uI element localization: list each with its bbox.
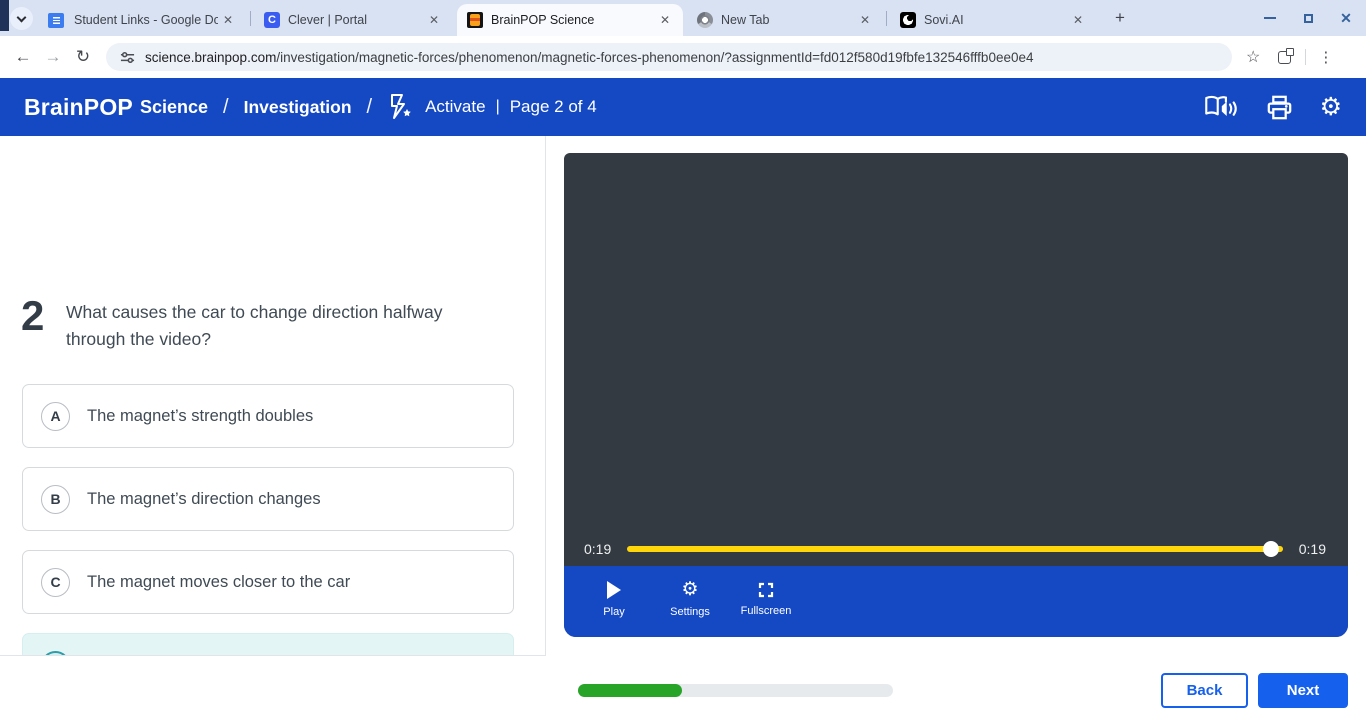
toolbar-divider bbox=[1305, 49, 1306, 65]
site-info-icon[interactable] bbox=[120, 50, 135, 65]
back-nav-button[interactable]: ← bbox=[8, 42, 38, 72]
tab-brainpop-science[interactable]: BrainPOP Science ✕ bbox=[457, 4, 683, 36]
header-actions: ⚙ bbox=[1203, 93, 1342, 121]
tab-title: New Tab bbox=[721, 13, 855, 27]
chevron-down-icon bbox=[17, 12, 27, 22]
activate-bolt-icon bbox=[387, 93, 413, 121]
gear-icon: ⚙ bbox=[681, 580, 698, 599]
close-icon: ✕ bbox=[1340, 10, 1352, 27]
breadcrumb-separator: / bbox=[223, 96, 229, 119]
browser-menu-icon[interactable]: ⋮ bbox=[1318, 48, 1333, 66]
option-letter-badge: D bbox=[41, 651, 70, 657]
tab-title: Student Links - Google Docs bbox=[74, 13, 218, 27]
forward-nav-button[interactable]: → bbox=[38, 42, 68, 72]
play-icon bbox=[607, 581, 621, 599]
breadcrumb-investigation: Investigation bbox=[244, 97, 352, 118]
tab-close-icon[interactable]: ✕ bbox=[424, 11, 444, 29]
page-indicator: Page 2 of 4 bbox=[510, 97, 597, 117]
bookmark-star-icon[interactable]: ☆ bbox=[1246, 47, 1260, 67]
url-text[interactable]: science.brainpop.com/investigation/magne… bbox=[145, 50, 1034, 65]
tab-title: BrainPOP Science bbox=[491, 13, 655, 27]
current-time: 0:19 bbox=[584, 541, 611, 557]
url-path: /investigation/magnetic-forces/phenomeno… bbox=[276, 50, 1033, 65]
video-player[interactable]: 0:19 0:19 Play ⚙ Settings Fullscreen bbox=[564, 153, 1348, 637]
tab-separator bbox=[886, 11, 887, 26]
play-label: Play bbox=[603, 606, 624, 618]
option-letter-badge: A bbox=[41, 402, 70, 431]
extensions-icon[interactable] bbox=[1278, 51, 1291, 64]
tab-close-icon[interactable]: ✕ bbox=[218, 11, 238, 29]
address-bar[interactable]: science.brainpop.com/investigation/magne… bbox=[106, 43, 1232, 71]
settings-gear-icon[interactable]: ⚙ bbox=[1320, 95, 1342, 120]
question-2-number: 2 bbox=[21, 292, 44, 340]
header-divider: | bbox=[496, 98, 500, 116]
answer-option-b[interactable]: B The magnet’s direction changes bbox=[22, 467, 514, 531]
browser-window: Student Links - Google Docs ✕ C Clever |… bbox=[0, 0, 1366, 724]
restore-icon bbox=[1304, 14, 1313, 23]
video-timeline: 0:19 0:19 bbox=[564, 535, 1348, 563]
minimize-icon bbox=[1264, 17, 1276, 19]
brainpop-logo-science: Science bbox=[140, 97, 208, 118]
chrome-icon bbox=[697, 12, 713, 28]
fullscreen-icon bbox=[758, 582, 774, 598]
reload-button[interactable]: ↻ bbox=[68, 42, 98, 72]
lesson-progress-fill bbox=[578, 684, 682, 697]
tab-search-button[interactable] bbox=[10, 7, 33, 30]
next-button[interactable]: Next bbox=[1258, 673, 1348, 708]
tab-new-tab[interactable]: New Tab ✕ bbox=[687, 4, 883, 36]
clever-icon: C bbox=[264, 12, 280, 28]
option-text: The magnet moves farther from the car bbox=[87, 656, 373, 657]
brainpop-logo[interactable]: BrainPOP bbox=[24, 94, 133, 121]
sovi-ai-icon bbox=[900, 12, 916, 28]
question-2-text: What causes the car to change direction … bbox=[66, 299, 486, 353]
tab-clever-portal[interactable]: C Clever | Portal ✕ bbox=[254, 4, 452, 36]
video-control-bar: Play ⚙ Settings Fullscreen bbox=[564, 566, 1348, 637]
tab-separator bbox=[250, 11, 251, 26]
back-button[interactable]: Back bbox=[1161, 673, 1248, 708]
activate-label: Activate bbox=[425, 97, 485, 117]
tab-title: Sovi.AI bbox=[924, 13, 1068, 27]
tab-student-links[interactable]: Student Links - Google Docs ✕ bbox=[36, 4, 246, 36]
brainpop-header: BrainPOP Science / Investigation / Activ… bbox=[0, 78, 1366, 136]
answer-option-c[interactable]: C The magnet moves closer to the car bbox=[22, 550, 514, 614]
new-tab-button[interactable]: + bbox=[1108, 6, 1132, 30]
play-button[interactable]: Play bbox=[576, 580, 652, 618]
answer-option-d-selected[interactable]: D The magnet moves farther from the car bbox=[22, 633, 514, 656]
window-frame-edge bbox=[0, 0, 9, 31]
fullscreen-button[interactable]: Fullscreen bbox=[728, 580, 804, 617]
duration-time: 0:19 bbox=[1299, 541, 1326, 557]
restore-button[interactable] bbox=[1294, 4, 1322, 32]
seek-bar[interactable] bbox=[627, 546, 1283, 552]
option-letter-badge: C bbox=[41, 568, 70, 597]
settings-label: Settings bbox=[670, 606, 710, 618]
minimize-button[interactable] bbox=[1256, 4, 1284, 32]
close-button[interactable]: ✕ bbox=[1332, 4, 1360, 32]
browser-toolbar: ← → ↻ science.brainpop.com/investigation… bbox=[0, 36, 1366, 78]
seek-handle[interactable] bbox=[1263, 541, 1279, 557]
google-docs-icon bbox=[48, 13, 64, 28]
tab-sovi-ai[interactable]: Sovi.AI ✕ bbox=[890, 4, 1096, 36]
option-letter-badge: B bbox=[41, 485, 70, 514]
option-text: The magnet’s strength doubles bbox=[87, 407, 313, 426]
url-domain: science.brainpop.com bbox=[145, 50, 276, 65]
read-aloud-icon[interactable] bbox=[1203, 93, 1239, 121]
option-text: The magnet moves closer to the car bbox=[87, 573, 350, 592]
tab-close-icon[interactable]: ✕ bbox=[855, 11, 875, 29]
brainpop-icon bbox=[467, 12, 483, 28]
tab-strip: Student Links - Google Docs ✕ C Clever |… bbox=[0, 0, 1366, 36]
tab-close-icon[interactable]: ✕ bbox=[1068, 11, 1088, 29]
option-text: The magnet’s direction changes bbox=[87, 490, 321, 509]
tab-close-icon[interactable]: ✕ bbox=[655, 11, 675, 29]
breadcrumb-separator: / bbox=[367, 96, 373, 119]
video-settings-button[interactable]: ⚙ Settings bbox=[652, 580, 728, 618]
question-panel: 2 What causes the car to change directio… bbox=[0, 136, 546, 656]
fullscreen-label: Fullscreen bbox=[741, 605, 792, 617]
seek-bar-fill bbox=[627, 546, 1283, 552]
tab-title: Clever | Portal bbox=[288, 13, 424, 27]
answer-option-a[interactable]: A The magnet’s strength doubles bbox=[22, 384, 514, 448]
print-icon[interactable] bbox=[1266, 94, 1293, 121]
window-controls: ✕ bbox=[1256, 0, 1360, 36]
lesson-progress-bar bbox=[578, 684, 893, 697]
